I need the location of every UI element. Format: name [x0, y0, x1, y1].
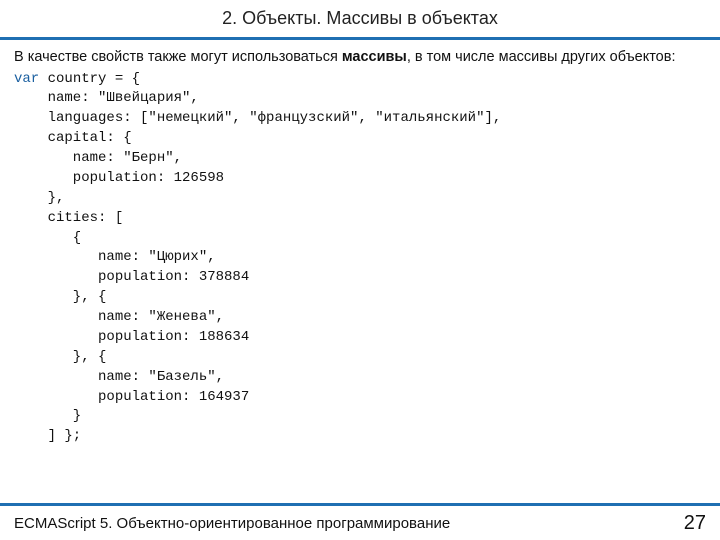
intro-text-before: В качестве свойств также могут использов…: [14, 49, 342, 65]
intro-text-bold: массивы: [342, 49, 407, 65]
code-line-04: capital: {: [14, 130, 132, 146]
intro-text-after: , в том числе массивы других объектов:: [407, 49, 676, 65]
slide-content: В качестве свойств также могут использов…: [0, 40, 720, 447]
code-line-03: languages: ["немецкий", "французский", "…: [14, 110, 501, 126]
code-line-10: name: "Цюрих",: [14, 249, 216, 265]
slide-footer: ECMAScript 5. Объектно-ориентированное п…: [0, 506, 720, 540]
code-line-06: population: 126598: [14, 170, 224, 186]
code-block: var country = { name: "Швейцария", langu…: [14, 70, 706, 448]
code-line-05: name: "Берн",: [14, 150, 182, 166]
code-line-02: name: "Швейцария",: [14, 90, 199, 106]
code-line-18: }: [14, 408, 81, 424]
code-line-19: ] };: [14, 428, 81, 444]
code-line-12: }, {: [14, 289, 106, 305]
intro-paragraph: В качестве свойств также могут использов…: [14, 48, 706, 68]
code-line-15: }, {: [14, 349, 106, 365]
code-line-08: cities: [: [14, 210, 123, 226]
code-line-11: population: 378884: [14, 269, 249, 285]
code-line-14: population: 188634: [14, 329, 249, 345]
code-line-13: name: "Женева",: [14, 309, 224, 325]
code-line-17: population: 164937: [14, 389, 249, 405]
slide-header: 2. Объекты. Массивы в объектах: [0, 0, 720, 35]
code-line-16: name: "Базель",: [14, 369, 224, 385]
slide-title: 2. Объекты. Массивы в объектах: [0, 8, 720, 29]
code-line-09: {: [14, 230, 81, 246]
footer-title: ECMAScript 5. Объектно-ориентированное п…: [14, 515, 450, 532]
code-line-01: country = {: [39, 71, 140, 87]
page-number: 27: [684, 512, 706, 535]
code-keyword-var: var: [14, 71, 39, 87]
code-line-07: },: [14, 190, 64, 206]
